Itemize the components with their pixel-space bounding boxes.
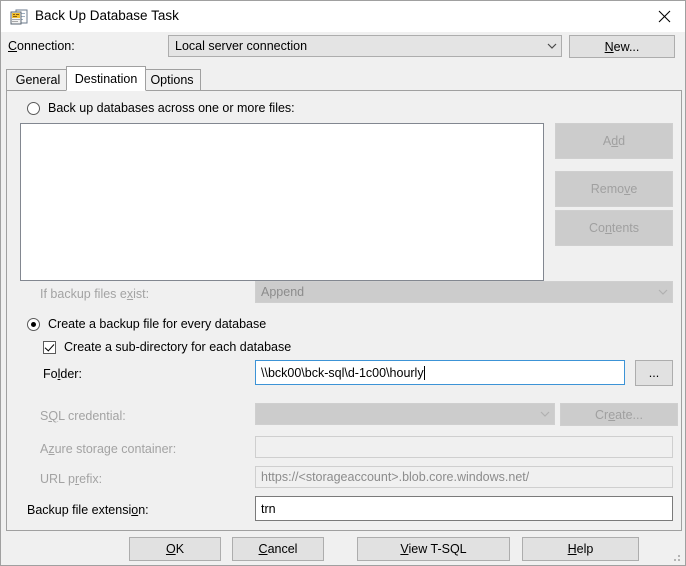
if-backup-files-exist-select[interactable]: Append bbox=[255, 281, 673, 303]
connection-value: Local server connection bbox=[175, 39, 308, 53]
folder-browse-button[interactable]: ... bbox=[635, 360, 673, 386]
url-prefix-value: https://<storageaccount>.blob.core.windo… bbox=[261, 470, 530, 484]
contents-button[interactable]: Contents bbox=[555, 210, 673, 246]
title-bar: Back Up Database Task bbox=[1, 1, 685, 32]
azure-container-label: Azure storage container: bbox=[40, 442, 177, 456]
radio-across-files-label: Back up databases across one or more fil… bbox=[48, 101, 295, 115]
checkbox-sub-directory-indicator bbox=[43, 340, 56, 354]
tab-strip: General Destination Options bbox=[6, 66, 682, 91]
new-connection-button[interactable]: New... bbox=[569, 35, 675, 58]
help-button[interactable]: Help bbox=[522, 537, 639, 561]
text-caret bbox=[423, 365, 425, 380]
connection-select[interactable]: Local server connection bbox=[168, 35, 562, 57]
tab-destination[interactable]: Destination bbox=[66, 66, 146, 91]
radio-file-per-database-indicator bbox=[27, 317, 40, 331]
back-up-database-task-dialog: Back Up Database Task Connection: Local … bbox=[0, 0, 686, 566]
folder-browse-label: ... bbox=[648, 366, 660, 380]
ok-button[interactable]: OK bbox=[129, 537, 221, 561]
if-backup-files-exist-value: Append bbox=[261, 285, 305, 299]
window-title: Back Up Database Task bbox=[35, 8, 179, 23]
create-credential-button[interactable]: Create... bbox=[560, 403, 678, 426]
chevron-down-icon bbox=[536, 411, 554, 418]
add-button[interactable]: Add bbox=[555, 123, 673, 159]
file-extension-input[interactable]: trn bbox=[255, 496, 673, 521]
close-icon[interactable] bbox=[641, 1, 685, 31]
backup-files-listbox[interactable] bbox=[20, 123, 544, 281]
file-extension-value: trn bbox=[261, 501, 276, 516]
folder-label: Folder: bbox=[43, 367, 82, 381]
connection-label: Connection: bbox=[8, 39, 75, 53]
sql-credential-label: SQL credential: bbox=[40, 409, 126, 423]
file-extension-label: Backup file extension: bbox=[27, 503, 149, 517]
chevron-down-icon bbox=[543, 43, 561, 50]
destination-tab-page: Back up databases across one or more fil… bbox=[6, 90, 682, 531]
resize-grip-icon[interactable] bbox=[670, 551, 682, 563]
url-prefix-input[interactable]: https://<storageaccount>.blob.core.windo… bbox=[255, 466, 673, 488]
tab-general[interactable]: General bbox=[6, 69, 70, 90]
tab-general-label: General bbox=[15, 73, 61, 87]
backup-task-icon bbox=[9, 7, 29, 27]
folder-input[interactable]: \\bck00\bck-sql\d-1c00\hourly bbox=[255, 360, 625, 385]
radio-file-per-database-label: Create a backup file for every database bbox=[48, 317, 267, 331]
radio-across-files-indicator bbox=[27, 101, 40, 115]
tab-options-label: Options bbox=[150, 73, 194, 87]
if-backup-files-exist-label: If backup files exist: bbox=[40, 287, 150, 301]
url-prefix-label: URL prefix: bbox=[40, 472, 103, 486]
view-tsql-button[interactable]: View T-SQL bbox=[357, 537, 510, 561]
azure-container-input[interactable] bbox=[255, 436, 673, 458]
tab-destination-label: Destination bbox=[74, 71, 138, 86]
radio-across-files[interactable]: Back up databases across one or more fil… bbox=[27, 101, 295, 115]
checkbox-sub-directory-label: Create a sub-directory for each database bbox=[64, 340, 292, 354]
radio-file-per-database[interactable]: Create a backup file for every database bbox=[27, 317, 266, 331]
cancel-button[interactable]: Cancel bbox=[232, 537, 324, 561]
remove-button[interactable]: Remove bbox=[555, 171, 673, 207]
folder-value: \\bck00\bck-sql\d-1c00\hourly bbox=[261, 365, 424, 380]
tab-options[interactable]: Options bbox=[143, 69, 201, 90]
chevron-down-icon bbox=[654, 289, 672, 296]
checkbox-sub-directory[interactable]: Create a sub-directory for each database bbox=[43, 340, 291, 354]
sql-credential-select[interactable] bbox=[255, 403, 555, 425]
